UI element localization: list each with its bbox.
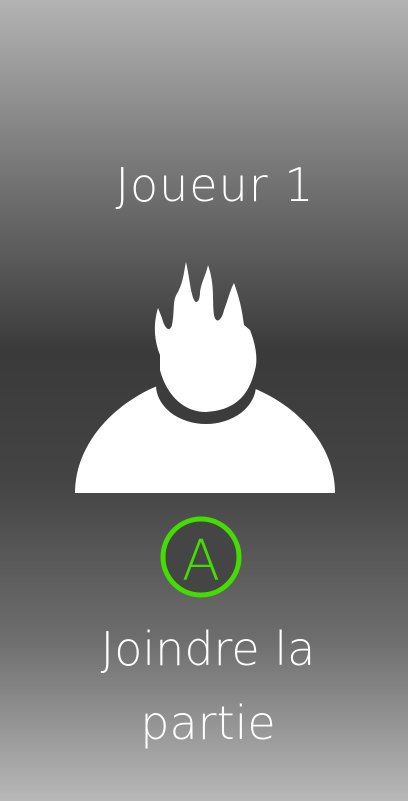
a-button-icon[interactable]: A [160,516,242,598]
join-label-line2: partie [140,696,276,750]
join-label-line1: Joindre la [100,622,316,676]
a-button-glyph: A [182,529,220,594]
join-game-button[interactable]: Joindre la partie [0,612,408,760]
avatar-flame-head [154,262,257,412]
